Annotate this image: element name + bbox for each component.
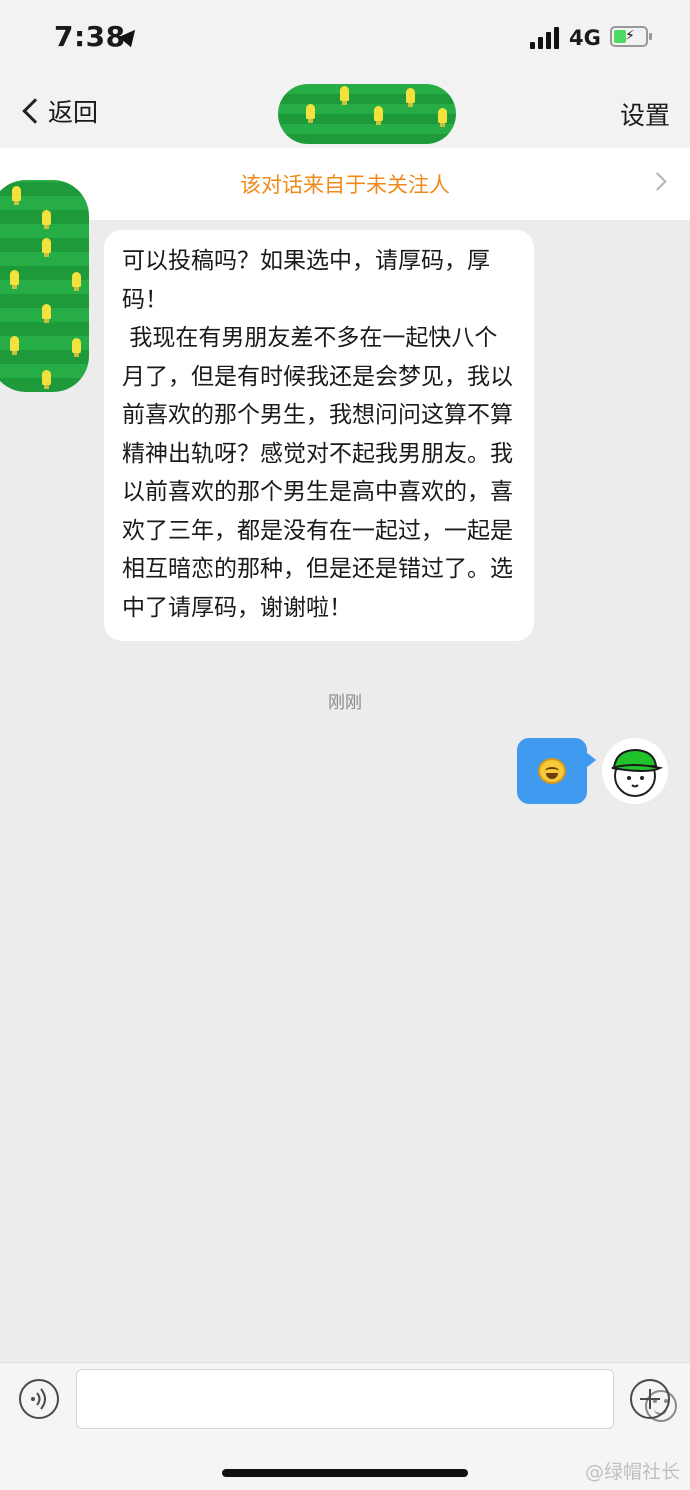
home-indicator[interactable]: [222, 1469, 468, 1477]
message-timestamp: 刚刚: [328, 693, 362, 713]
back-button[interactable]: 返回: [20, 90, 98, 132]
chevron-right-icon: [648, 172, 667, 191]
chat-screen: 7:38 4G ⚡ 返回 设置 该对话来自于未关注人 可以投稿吗？如果选中，请厚…: [0, 0, 690, 1490]
non-follower-notice[interactable]: 该对话来自于未关注人: [0, 148, 690, 220]
incoming-message-text: 可以投稿吗？如果选中，请厚码，厚码！ 我现在有男朋友差不多在一起快八个月了，但是…: [122, 248, 513, 621]
weibo-watermark: @绿帽社长: [584, 1461, 680, 1483]
voice-wave-icon: [31, 1388, 46, 1410]
incoming-message-bubble[interactable]: 可以投稿吗？如果选中，请厚码，厚码！ 我现在有男朋友差不多在一起快八个月了，但是…: [104, 230, 534, 641]
battery-icon: ⚡: [610, 26, 652, 47]
network-type: 4G: [569, 26, 601, 50]
message-input[interactable]: [76, 1369, 677, 1429]
green-cap-avatar-icon: [611, 748, 664, 797]
input-bar: @绿帽社长: [0, 1362, 690, 1490]
chevron-left-icon: [22, 98, 48, 124]
outgoing-message-bubble[interactable]: [517, 738, 596, 804]
settings-button[interactable]: 设置: [620, 96, 670, 132]
nav-bar: 返回 设置: [0, 76, 690, 148]
signal-bars-icon: [530, 27, 562, 49]
back-label: 返回: [48, 98, 99, 127]
notice-text: 该对话来自于未关注人: [240, 173, 450, 197]
laughing-tears-emoji-icon: [538, 758, 566, 784]
redacted-sender-avatar[interactable]: [0, 180, 89, 392]
redacted-contact-name: [278, 84, 456, 144]
add-attachment-button[interactable]: [630, 1379, 670, 1419]
voice-input-button[interactable]: [19, 1379, 59, 1419]
status-time: 7:38: [54, 20, 126, 53]
status-bar: 7:38 4G ⚡: [0, 0, 690, 76]
my-avatar[interactable]: [602, 738, 668, 804]
